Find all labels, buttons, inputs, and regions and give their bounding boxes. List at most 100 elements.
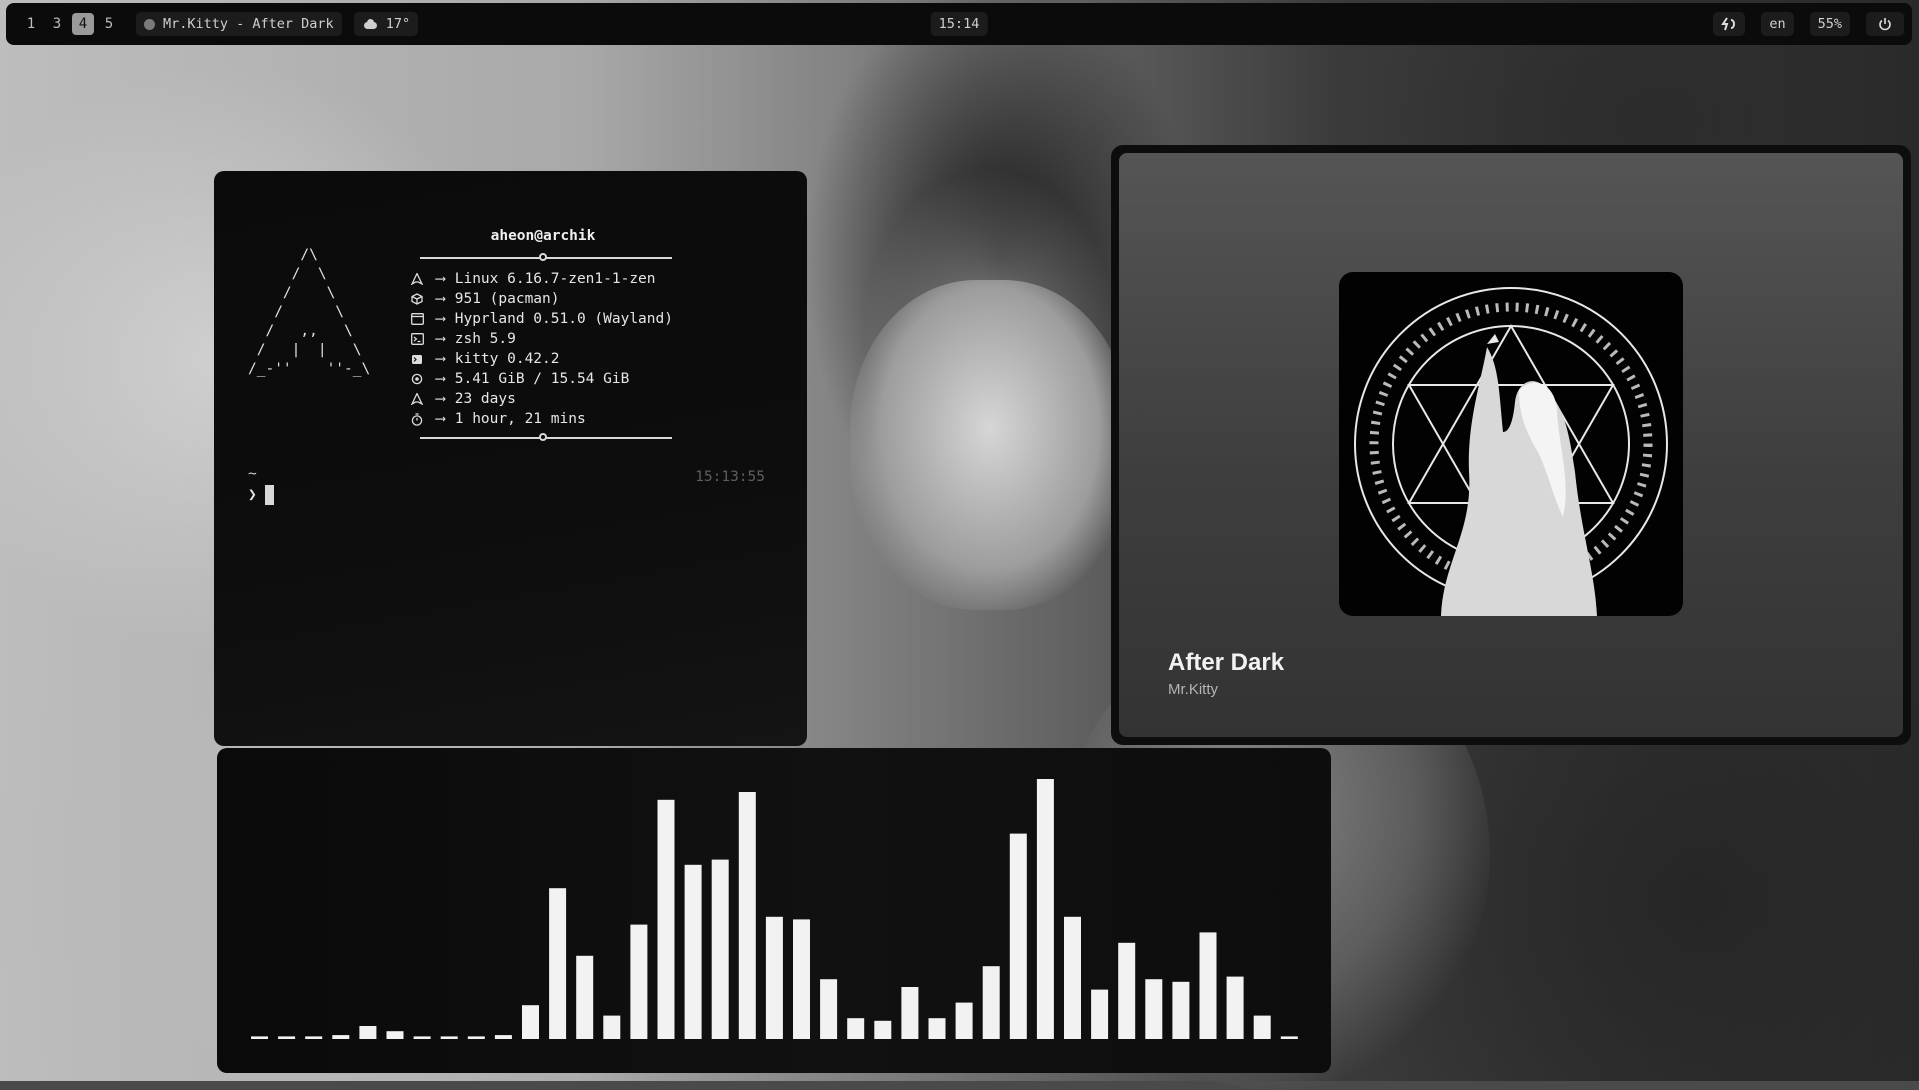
visualizer-bars (251, 779, 1298, 1039)
visualizer-bar (278, 1036, 296, 1039)
kitty-terminal-window[interactable]: /\ / \ / \ / \ / ,, \ / | | \ /_-'' ''-_… (214, 171, 807, 746)
visualizer-bar (684, 864, 702, 1039)
visualizer-bar (874, 1020, 892, 1039)
visualizer-bar (1036, 779, 1054, 1039)
weather-temperature: 17° (385, 16, 411, 32)
workspace-5-button[interactable]: 5 (98, 13, 120, 35)
now-playing-label: Mr.Kitty - After Dark (163, 16, 334, 32)
visualizer-bar (1064, 916, 1081, 1039)
top-bar: 1 3 4 5 Mr.Kitty - After Dark 17° 15:14 … (6, 3, 1912, 45)
window-icon (410, 312, 424, 326)
package-icon (410, 292, 424, 306)
info-row-os: ⟶ Linux 6.16.7-zen1-1-zen (410, 269, 673, 289)
info-value-os: Linux 6.16.7-zen1-1-zen (454, 271, 656, 287)
album-art-image (1354, 287, 1668, 616)
visualizer-bar (982, 966, 1000, 1039)
power-button[interactable] (1866, 12, 1904, 36)
system-info-list: ⟶ Linux 6.16.7-zen1-1-zen ⟶ 951 (pacman)… (410, 269, 673, 429)
music-player-window[interactable]: After Dark Mr.Kitty (1111, 145, 1911, 745)
info-row-shell: ⟶ zsh 5.9 (410, 329, 673, 349)
visualizer-bar (1253, 1015, 1271, 1039)
status-tray: en 55% (1713, 12, 1904, 36)
visualizer-bar (1118, 942, 1136, 1039)
visualizer-bar (522, 1005, 539, 1039)
now-playing-widget[interactable]: Mr.Kitty - After Dark (136, 12, 342, 36)
workspace-3-button[interactable]: 3 (46, 13, 68, 35)
visualizer-bar (467, 1036, 485, 1039)
info-row-terminal: ⟶ kitty 0.42.2 (410, 349, 673, 369)
info-arrow: ⟶ (436, 331, 445, 347)
visualizer-bar (630, 924, 648, 1039)
visualizer-bar (765, 916, 783, 1039)
workspace-1-button[interactable]: 1 (20, 13, 42, 35)
visualizer-bar (1091, 989, 1109, 1039)
info-row-memory: ⟶ 5.41 GiB / 15.54 GiB (410, 369, 673, 389)
timer-icon (410, 412, 424, 426)
visualizer-bar (738, 792, 756, 1039)
visualizer-bar (1280, 1036, 1298, 1039)
visualizer-bar (711, 859, 729, 1039)
visualizer-bar (1009, 833, 1027, 1039)
audio-visualizer-window[interactable] (217, 748, 1331, 1073)
visualizer-bar (1226, 976, 1244, 1039)
text-cursor (264, 485, 274, 505)
info-arrow: ⟶ (436, 411, 445, 427)
info-arrow: ⟶ (436, 391, 445, 407)
cloud-icon (362, 19, 378, 29)
visualizer-bar (955, 1002, 973, 1039)
arch-icon (410, 272, 424, 286)
info-arrow: ⟶ (436, 271, 445, 287)
keyboard-layout-label: en (1769, 16, 1786, 32)
visualizer-bar (928, 1018, 946, 1039)
visualizer-bar (901, 987, 919, 1039)
visualizer-bar (657, 799, 675, 1039)
visualizer-bar (413, 1036, 431, 1039)
app-tray-icon (1721, 17, 1736, 31)
visualizer-bar (440, 1036, 458, 1039)
album-cover-art[interactable] (1339, 272, 1683, 616)
prompt-directory: ~ (248, 466, 257, 482)
visualizer-bar (305, 1036, 323, 1039)
info-value-packages: 951 (pacman) (454, 291, 560, 307)
info-value-session: 1 hour, 21 mins (454, 411, 586, 427)
user-host-label: aheon@archik (490, 228, 596, 244)
visualizer-bar (494, 1035, 512, 1039)
battery-widget[interactable]: 55% (1809, 12, 1850, 36)
memory-icon (410, 372, 424, 386)
info-value-uptime-days: 23 days (454, 391, 516, 407)
terminal-icon (410, 332, 424, 346)
info-separator-top (420, 253, 672, 261)
track-title: After Dark (1168, 649, 1285, 676)
arch-ascii-logo: /\ / \ / \ / \ / ,, \ / | | \ /_-'' ''-_… (248, 247, 371, 377)
media-status-icon (144, 18, 155, 30)
prompt-input-line[interactable]: ❯ (248, 485, 274, 505)
track-artist: Mr.Kitty (1168, 681, 1219, 698)
visualizer-bar (576, 955, 594, 1039)
weather-widget[interactable]: 17° (353, 12, 419, 36)
prompt-symbol: ❯ (248, 487, 257, 503)
player-panel: After Dark Mr.Kitty (1119, 153, 1903, 737)
visualizer-bar (359, 1026, 377, 1039)
clock-time: 15:14 (938, 16, 980, 32)
workspace-4-button[interactable]: 4 (72, 13, 94, 35)
info-arrow: ⟶ (436, 351, 445, 367)
visualizer-bar (1172, 981, 1190, 1039)
info-value-memory: 5.41 GiB / 15.54 GiB (454, 371, 630, 387)
wallpaper-figure-face (850, 280, 1130, 610)
clock-widget[interactable]: 15:14 (930, 12, 988, 36)
visualizer-bar (603, 1015, 621, 1039)
prompt-timestamp: 15:13:55 (695, 469, 765, 485)
info-value-wm: Hyprland 0.51.0 (Wayland) (454, 311, 673, 327)
keyboard-layout-button[interactable]: en (1761, 12, 1794, 36)
visualizer-bar (549, 888, 567, 1039)
visualizer-bar (386, 1031, 404, 1039)
info-row-wm: ⟶ Hyprland 0.51.0 (Wayland) (410, 309, 673, 329)
visualizer-bar (332, 1035, 350, 1039)
info-row-uptime-days: ⟶ 23 days (410, 389, 673, 409)
info-arrow: ⟶ (436, 371, 445, 387)
tray-app-button[interactable] (1713, 12, 1746, 36)
workspace-switcher: 1 3 4 5 (20, 13, 120, 35)
info-arrow: ⟶ (436, 291, 445, 307)
visualizer-bar (793, 919, 810, 1039)
power-icon (1879, 18, 1891, 31)
